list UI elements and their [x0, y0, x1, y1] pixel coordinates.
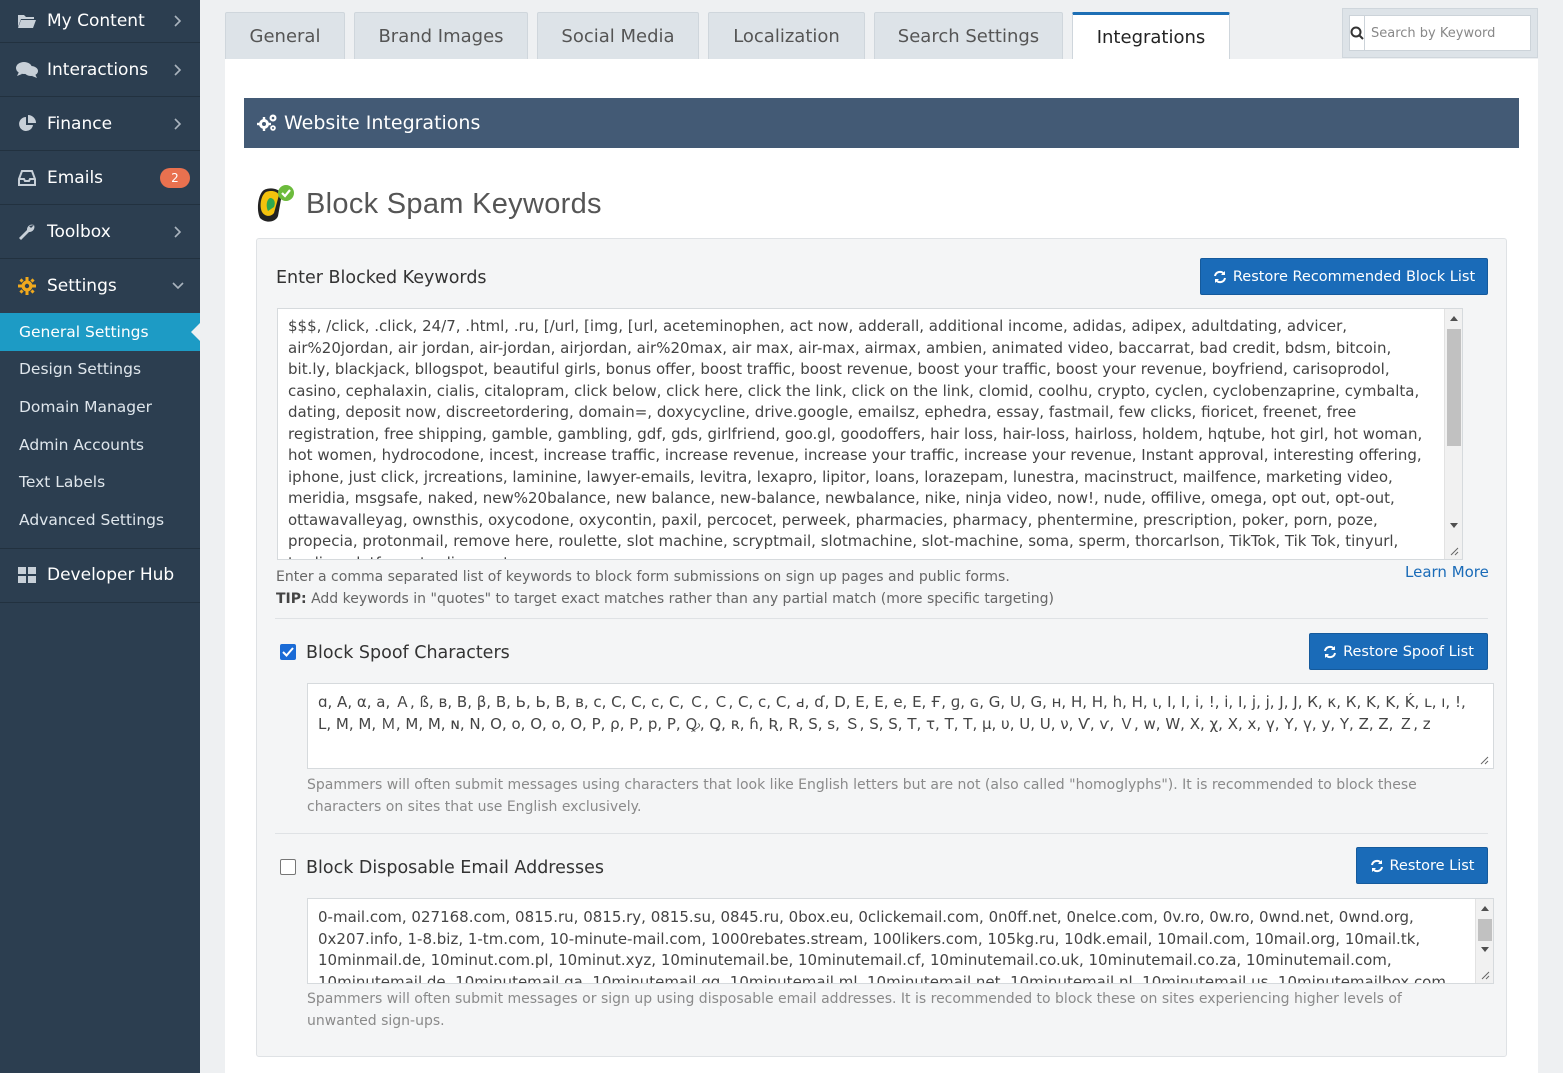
- sidebar-item-settings[interactable]: Settings: [0, 259, 200, 313]
- tab-localization[interactable]: Localization: [708, 12, 865, 59]
- chevron-right-icon: [172, 225, 184, 238]
- tab-integrations[interactable]: Integrations: [1072, 12, 1230, 60]
- section-header-title: Website Integrations: [284, 112, 481, 134]
- sidebar-item-design-settings[interactable]: Design Settings: [0, 351, 200, 389]
- block-spam-heading: Block Spam Keywords: [306, 187, 602, 220]
- chevron-right-icon: [172, 117, 184, 130]
- restore-list-button[interactable]: Restore List: [1356, 847, 1488, 884]
- tab-general[interactable]: General: [225, 12, 345, 59]
- sidebar: My Content Interactions Finance Emails 2…: [0, 0, 200, 1073]
- restore-spoof-list-button[interactable]: Restore Spoof List: [1309, 633, 1488, 670]
- sidebar-item-my-content[interactable]: My Content: [0, 0, 200, 43]
- checkmark-icon: [282, 647, 294, 657]
- wrench-icon: [16, 222, 38, 242]
- keywords-scrollbar[interactable]: [1444, 309, 1462, 559]
- sidebar-item-developer-hub[interactable]: Developer Hub: [0, 549, 200, 603]
- cogs-icon: [256, 113, 278, 133]
- sidebar-item-finance[interactable]: Finance: [0, 97, 200, 151]
- sidebar-item-toolbox[interactable]: Toolbox: [0, 205, 200, 259]
- blocked-keywords-textarea[interactable]: $$$, /click, .click, 24/7, .html, .ru, […: [277, 308, 1463, 560]
- comments-icon: [16, 60, 38, 80]
- block-disposable-email-checkbox[interactable]: [280, 859, 296, 875]
- sidebar-item-text-labels[interactable]: Text Labels: [0, 463, 200, 501]
- disposable-emails-textarea[interactable]: 0-mail.com, 027168.com, 0815.ru, 0815.ry…: [307, 898, 1494, 984]
- chevron-right-icon: [172, 15, 184, 27]
- emails-count-badge: 2: [160, 167, 190, 188]
- sidebar-item-domain-manager[interactable]: Domain Manager: [0, 388, 200, 426]
- chevron-down-icon: [172, 280, 184, 292]
- sidebar-item-general-settings[interactable]: General Settings: [0, 313, 200, 351]
- sidebar-item-interactions[interactable]: Interactions: [0, 43, 200, 97]
- spam-shield-logo-icon: [256, 184, 294, 224]
- keywords-tip: TIP: Add keywords in "quotes" to target …: [276, 591, 1055, 607]
- search-input[interactable]: [1365, 25, 1541, 41]
- tab-social-media[interactable]: Social Media: [537, 12, 699, 59]
- scroll-up-arrow-icon[interactable]: [1476, 901, 1493, 915]
- sidebar-item-advanced-settings[interactable]: Advanced Settings: [0, 501, 200, 539]
- scroll-down-arrow-icon[interactable]: [1476, 943, 1493, 957]
- tab-search-settings[interactable]: Search Settings: [874, 12, 1063, 59]
- scroll-down-arrow-icon[interactable]: [1445, 519, 1462, 533]
- resize-grip-icon[interactable]: [1479, 755, 1489, 765]
- scroll-up-arrow-icon[interactable]: [1445, 311, 1462, 325]
- refresh-icon: [1370, 859, 1384, 873]
- spoof-label: Block Spoof Characters: [306, 643, 510, 663]
- search-container: [1342, 8, 1541, 58]
- spoof-help-text: Spammers will often submit messages usin…: [307, 777, 1417, 815]
- section-header: Website Integrations: [244, 98, 1519, 148]
- settings-submenu: General Settings Design Settings Domain …: [0, 313, 200, 549]
- resize-grip-icon[interactable]: [1480, 970, 1490, 980]
- keywords-help-text: Enter a comma separated list of keywords…: [276, 569, 1010, 585]
- block-spam-title: Block Spam Keywords: [256, 184, 602, 224]
- folder-open-icon: [16, 11, 38, 31]
- sidebar-item-admin-accounts[interactable]: Admin Accounts: [0, 426, 200, 464]
- main-panel: Website Integrations Block Spam Keywords…: [225, 59, 1538, 1073]
- tab-brand-images[interactable]: Brand Images: [354, 12, 528, 59]
- grid-icon: [16, 565, 38, 585]
- block-spoof-checkbox[interactable]: [280, 644, 296, 660]
- spoof-characters-textarea[interactable]: ɑ, А, α, а, Ａ, ß, в, В, β, Β, Ь, Ь, В, ʙ…: [307, 683, 1494, 769]
- spam-settings-box: Enter Blocked Keywords Restore Recommend…: [256, 238, 1507, 1057]
- pie-chart-icon: [16, 114, 38, 134]
- inbox-icon: [16, 168, 38, 188]
- disposable-email-label: Block Disposable Email Addresses: [306, 858, 604, 878]
- disposable-help-text: Spammers will often submit messages or s…: [307, 991, 1402, 1029]
- resize-grip-icon[interactable]: [1449, 546, 1459, 556]
- gear-icon: [16, 276, 38, 296]
- search-icon[interactable]: [1350, 16, 1365, 50]
- refresh-icon: [1323, 645, 1337, 659]
- chevron-right-icon: [172, 63, 184, 76]
- sidebar-item-emails[interactable]: Emails 2: [0, 151, 200, 205]
- keywords-label: Enter Blocked Keywords: [276, 268, 487, 288]
- learn-more-link[interactable]: Learn More: [1405, 563, 1489, 581]
- restore-recommended-block-list-button[interactable]: Restore Recommended Block List: [1200, 258, 1488, 295]
- refresh-icon: [1213, 270, 1227, 284]
